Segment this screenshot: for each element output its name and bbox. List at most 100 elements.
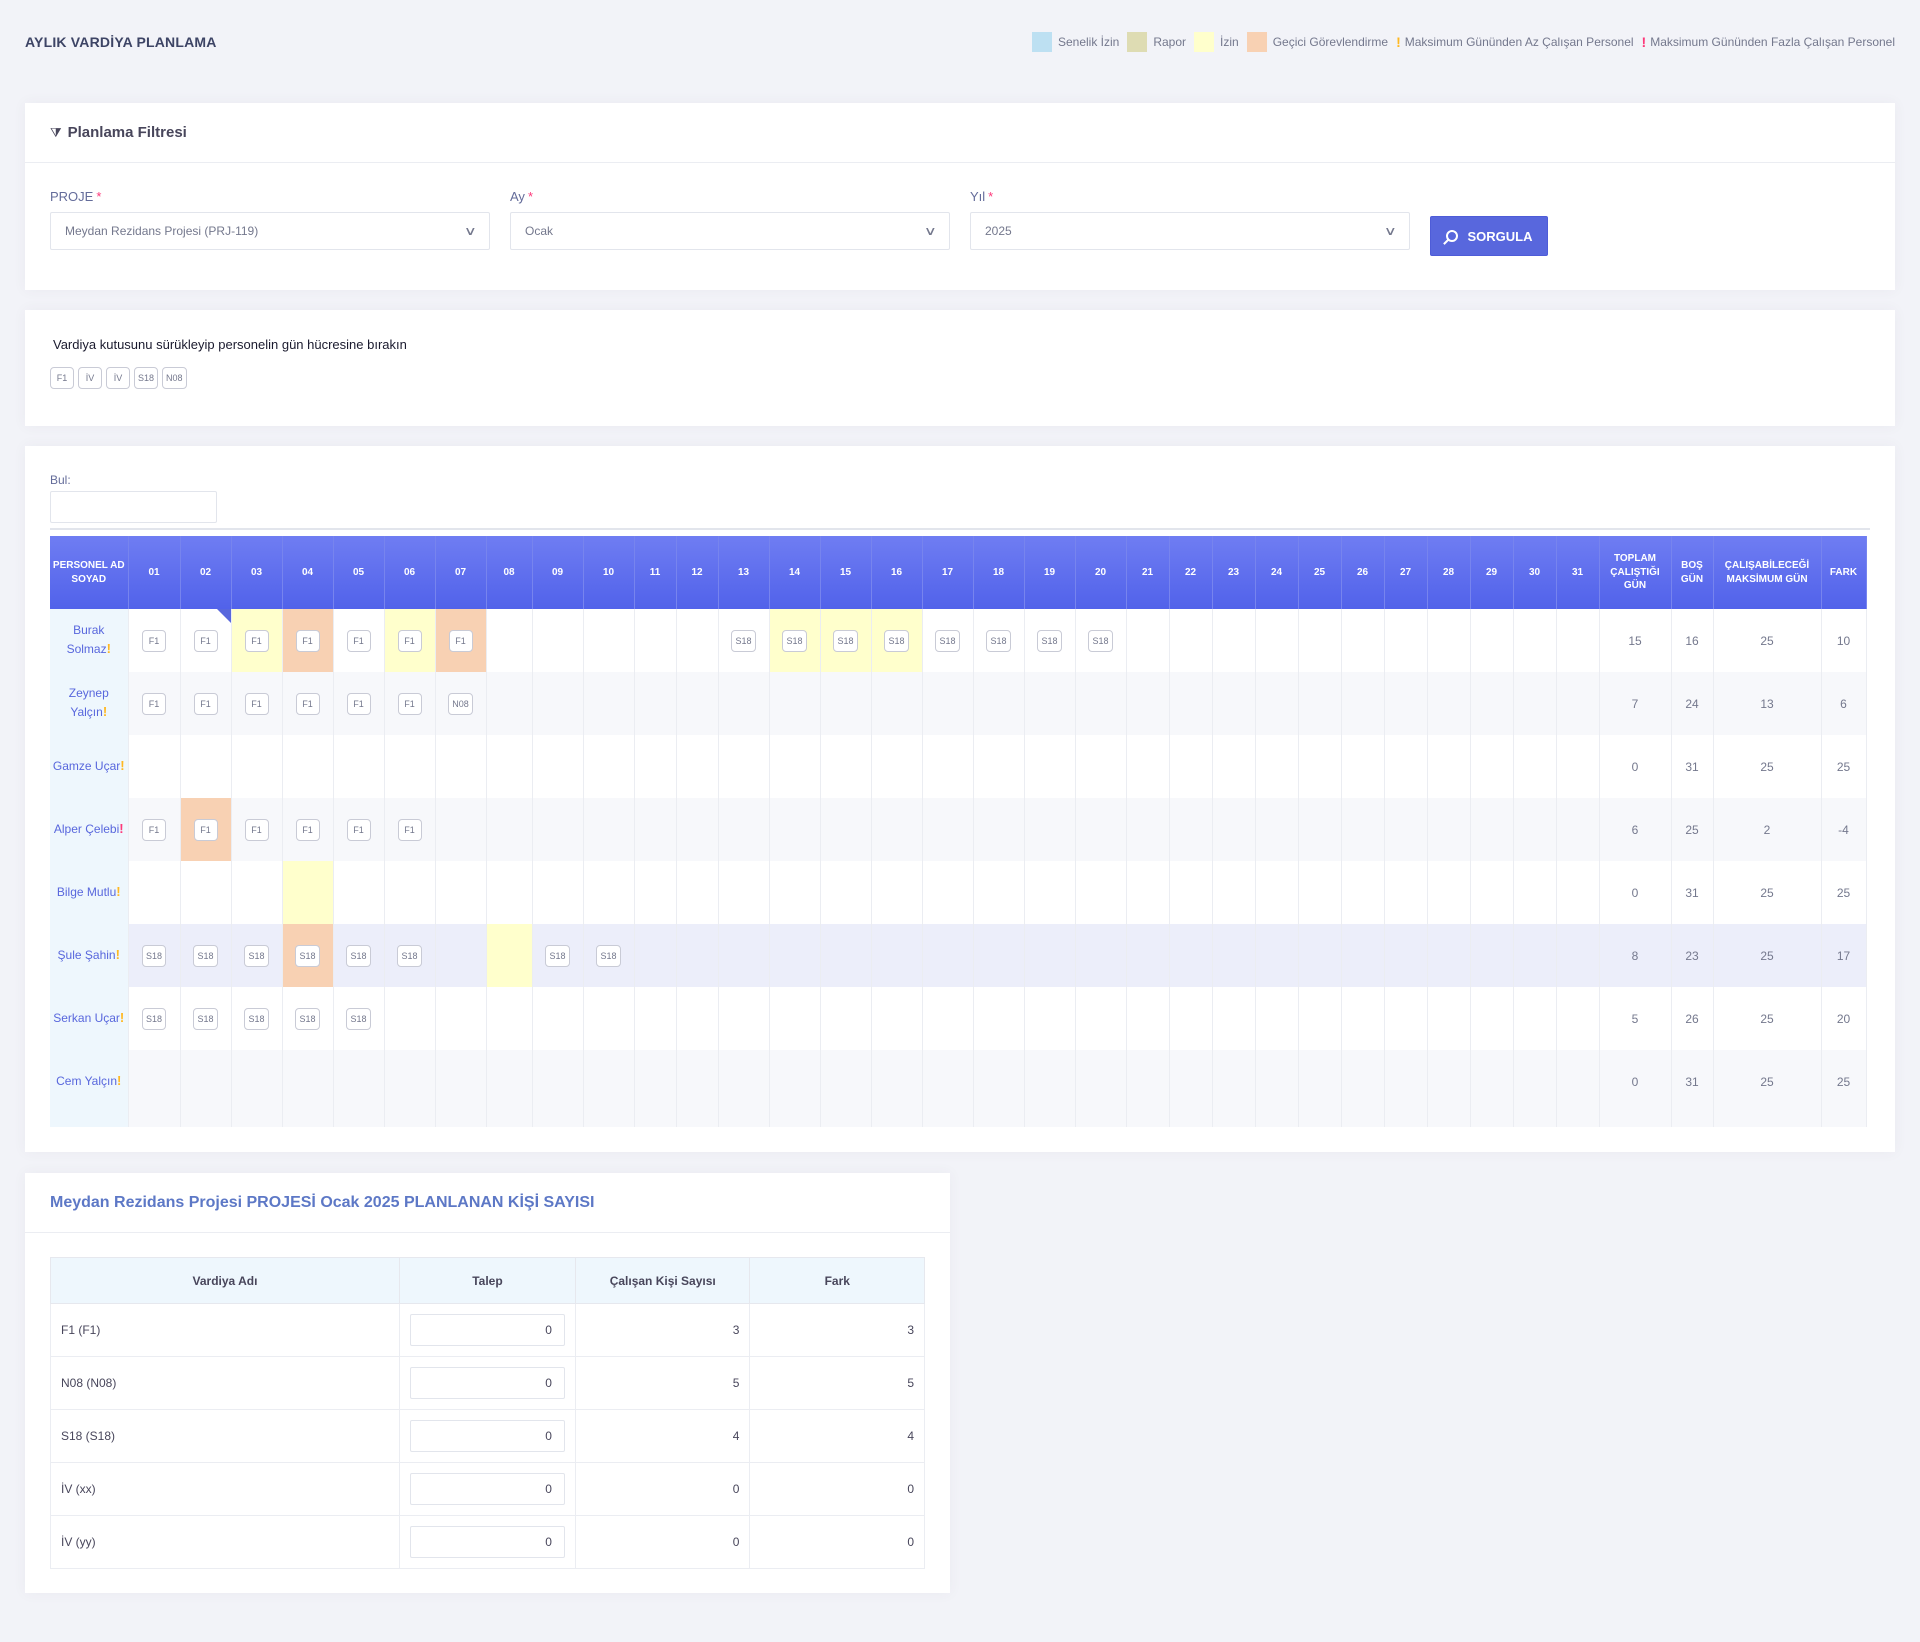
- day-cell[interactable]: [1513, 609, 1557, 672]
- day-cell[interactable]: [820, 861, 872, 924]
- day-cell[interactable]: S18: [282, 924, 334, 987]
- day-cell[interactable]: [769, 861, 821, 924]
- day-cell[interactable]: [769, 798, 821, 861]
- day-cell[interactable]: [384, 861, 436, 924]
- day-cell[interactable]: [871, 861, 923, 924]
- shift-chip[interactable]: S18: [295, 944, 320, 967]
- day-cell[interactable]: [532, 798, 584, 861]
- shift-chip[interactable]: F1: [193, 818, 218, 841]
- shift-chip[interactable]: S18: [833, 629, 858, 652]
- day-cell[interactable]: [769, 987, 821, 1050]
- day-cell[interactable]: [1427, 924, 1471, 987]
- day-cell[interactable]: [1298, 987, 1342, 1050]
- day-cell[interactable]: [1298, 609, 1342, 672]
- day-cell[interactable]: F1: [180, 609, 232, 672]
- day-cell[interactable]: [1212, 1050, 1256, 1113]
- day-cell[interactable]: [282, 735, 334, 798]
- shift-chip[interactable]: S18: [134, 367, 159, 389]
- day-cell[interactable]: [486, 609, 533, 672]
- shift-chip[interactable]: F1: [295, 818, 320, 841]
- day-cell[interactable]: [1384, 735, 1428, 798]
- shift-chip[interactable]: S18: [545, 944, 570, 967]
- day-cell[interactable]: N08: [435, 672, 487, 735]
- day-cell[interactable]: F1: [128, 609, 181, 672]
- day-cell[interactable]: [435, 924, 487, 987]
- day-cell[interactable]: [634, 861, 677, 924]
- shift-chip[interactable]: F1: [193, 692, 218, 715]
- day-cell[interactable]: [583, 609, 635, 672]
- day-cell[interactable]: [128, 861, 181, 924]
- day-cell[interactable]: [1126, 672, 1170, 735]
- day-cell[interactable]: [583, 798, 635, 861]
- day-cell[interactable]: [384, 987, 436, 1050]
- shift-chip[interactable]: N08: [162, 367, 187, 389]
- day-cell[interactable]: [1126, 609, 1170, 672]
- day-cell[interactable]: [1470, 798, 1514, 861]
- day-cell[interactable]: [532, 861, 584, 924]
- personnel-name-cell[interactable]: Alper Çelebi!: [50, 798, 129, 861]
- day-cell[interactable]: [1169, 672, 1213, 735]
- day-cell[interactable]: [1298, 1050, 1342, 1113]
- day-cell[interactable]: [333, 861, 385, 924]
- day-cell[interactable]: [1169, 735, 1213, 798]
- day-cell[interactable]: [486, 735, 533, 798]
- day-cell[interactable]: [128, 735, 181, 798]
- day-cell[interactable]: [1075, 735, 1127, 798]
- day-cell[interactable]: [634, 924, 677, 987]
- shift-chip[interactable]: S18: [1088, 629, 1113, 652]
- day-cell[interactable]: [676, 609, 719, 672]
- personnel-name-cell[interactable]: Serkan Uçar!: [50, 987, 129, 1050]
- shift-chip[interactable]: F1: [142, 692, 166, 715]
- day-cell[interactable]: [1298, 924, 1342, 987]
- day-cell[interactable]: [922, 672, 974, 735]
- day-cell[interactable]: [532, 672, 584, 735]
- day-cell[interactable]: [973, 924, 1025, 987]
- day-cell[interactable]: [922, 987, 974, 1050]
- shift-chip[interactable]: F1: [295, 692, 320, 715]
- day-cell[interactable]: S18: [128, 924, 181, 987]
- month-select[interactable]: Ocak ∨: [510, 212, 950, 250]
- personnel-name-cell[interactable]: Cem Yalçın!: [50, 1050, 129, 1113]
- day-cell[interactable]: [1427, 735, 1471, 798]
- day-cell[interactable]: [1169, 861, 1213, 924]
- day-cell[interactable]: [1513, 1050, 1557, 1113]
- day-cell[interactable]: [634, 987, 677, 1050]
- day-cell[interactable]: [820, 798, 872, 861]
- day-cell[interactable]: [180, 861, 232, 924]
- day-cell[interactable]: [1255, 672, 1299, 735]
- day-cell[interactable]: S18: [282, 987, 334, 1050]
- day-cell[interactable]: [1556, 798, 1600, 861]
- shift-chip[interactable]: F1: [295, 629, 320, 652]
- day-cell[interactable]: S18: [333, 987, 385, 1050]
- day-cell[interactable]: [1384, 672, 1428, 735]
- personnel-name-cell[interactable]: Burak Solmaz!: [50, 609, 129, 672]
- day-cell[interactable]: S18: [231, 924, 283, 987]
- day-cell[interactable]: [1513, 861, 1557, 924]
- day-cell[interactable]: [676, 672, 719, 735]
- shift-chip[interactable]: F1: [193, 629, 218, 652]
- day-cell[interactable]: F1: [435, 609, 487, 672]
- day-cell[interactable]: [1470, 987, 1514, 1050]
- day-cell[interactable]: S18: [922, 609, 974, 672]
- day-cell[interactable]: [1470, 924, 1514, 987]
- day-cell[interactable]: [1075, 987, 1127, 1050]
- day-cell[interactable]: F1: [384, 609, 436, 672]
- day-cell[interactable]: [871, 1050, 923, 1113]
- day-cell[interactable]: [1126, 1050, 1170, 1113]
- personnel-name-cell[interactable]: Gamze Uçar!: [50, 735, 129, 798]
- day-cell[interactable]: [384, 1050, 436, 1113]
- day-cell[interactable]: [1556, 1050, 1600, 1113]
- day-cell[interactable]: [1427, 861, 1471, 924]
- day-cell[interactable]: [1513, 672, 1557, 735]
- day-cell[interactable]: [435, 861, 487, 924]
- day-cell[interactable]: [486, 987, 533, 1050]
- day-cell[interactable]: S18: [128, 987, 181, 1050]
- day-cell[interactable]: [1298, 861, 1342, 924]
- day-cell[interactable]: [435, 735, 487, 798]
- shift-chip[interactable]: F1: [397, 818, 422, 841]
- day-cell[interactable]: [718, 861, 770, 924]
- day-cell[interactable]: [769, 735, 821, 798]
- day-cell[interactable]: F1: [231, 609, 283, 672]
- day-cell[interactable]: S18: [180, 924, 232, 987]
- day-cell[interactable]: [820, 672, 872, 735]
